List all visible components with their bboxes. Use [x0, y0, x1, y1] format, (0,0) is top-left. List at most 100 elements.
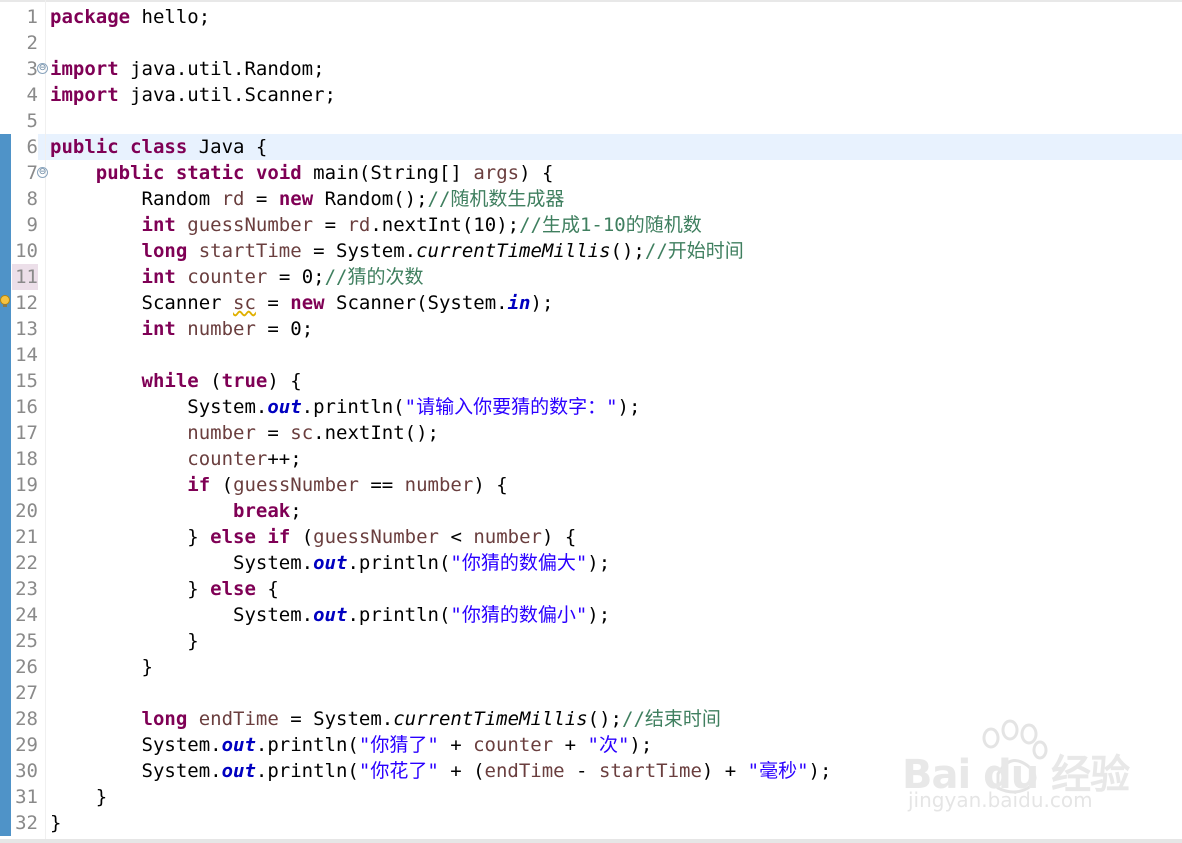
- line-number[interactable]: 22: [12, 550, 38, 576]
- line-number[interactable]: 27: [12, 680, 38, 706]
- code-line[interactable]: 14: [0, 342, 1182, 368]
- code-token: = System.: [301, 240, 417, 262]
- code-line[interactable]: 24 System.out.println("你猜的数偏小");: [0, 602, 1182, 628]
- code-text[interactable]: public static void main(String[] args) {: [50, 160, 554, 186]
- code-line[interactable]: 11 int counter = 0;//猜的次数: [0, 264, 1182, 290]
- code-token: new: [278, 188, 314, 210]
- code-line[interactable]: 15 while (true) {: [0, 368, 1182, 394]
- line-number[interactable]: 14: [12, 342, 38, 368]
- code-text[interactable]: System.out.println("你花了" + (endTime - st…: [50, 758, 832, 784]
- code-text[interactable]: System.out.println("你猜了" + counter + "次"…: [50, 732, 653, 758]
- line-number[interactable]: 21: [12, 524, 38, 550]
- code-token: if: [267, 526, 291, 548]
- line-number[interactable]: 10: [12, 238, 38, 264]
- line-number[interactable]: 31: [12, 784, 38, 810]
- line-number[interactable]: 2: [12, 30, 38, 56]
- code-line[interactable]: 22 System.out.println("你猜的数偏大");: [0, 550, 1182, 576]
- code-token: //随机数生成器: [427, 188, 565, 210]
- code-line[interactable]: 18 counter++;: [0, 446, 1182, 472]
- code-line[interactable]: 20 break;: [0, 498, 1182, 524]
- code-token: //生成1-10的随机数: [519, 214, 702, 236]
- code-line[interactable]: 13 int number = 0;: [0, 316, 1182, 342]
- code-line[interactable]: 10 long startTime = System.currentTimeMi…: [0, 238, 1182, 264]
- code-text[interactable]: int guessNumber = rd.nextInt(10);//生成1-1…: [50, 212, 702, 238]
- code-text[interactable]: System.out.println("请输入你要猜的数字：");: [50, 394, 640, 420]
- line-number[interactable]: 12: [12, 290, 38, 316]
- code-line[interactable]: 8 Random rd = new Random();//随机数生成器: [0, 186, 1182, 212]
- code-text[interactable]: if (guessNumber == number) {: [50, 472, 508, 498]
- line-number[interactable]: 26: [12, 654, 38, 680]
- code-token: );: [629, 734, 653, 756]
- code-text[interactable]: counter++;: [50, 446, 301, 472]
- code-line[interactable]: 25 }: [0, 628, 1182, 654]
- code-line[interactable]: 7 ⊖ public static void main(String[] args…: [0, 160, 1182, 186]
- line-number[interactable]: 9: [12, 212, 38, 238]
- line-number[interactable]: 30: [12, 758, 38, 784]
- code-line[interactable]: 21 } else if (guessNumber < number) {: [0, 524, 1182, 550]
- code-text[interactable]: } else if (guessNumber < number) {: [50, 524, 576, 550]
- line-number[interactable]: 16: [12, 394, 38, 420]
- code-text[interactable]: import java.util.Scanner;: [50, 82, 336, 108]
- code-line[interactable]: 17 number = sc.nextInt();: [0, 420, 1182, 446]
- collapse-circle-icon[interactable]: ⊖: [37, 63, 48, 74]
- code-line[interactable]: 9 int guessNumber = rd.nextInt(10);//生成1…: [0, 212, 1182, 238]
- line-number[interactable]: 13: [12, 316, 38, 342]
- code-line[interactable]: 3 ⊖ import java.util.Random;: [0, 56, 1182, 82]
- line-number[interactable]: 1: [12, 4, 38, 30]
- code-editor[interactable]: 1 package hello; 2 3 ⊖ import java.util.Rando…: [0, 0, 1182, 843]
- code-text[interactable]: } else {: [50, 576, 279, 602]
- line-number[interactable]: 4: [12, 82, 38, 108]
- code-text[interactable]: Scanner sc = new Scanner(System.in);: [50, 290, 554, 316]
- code-text[interactable]: public class Java {: [50, 134, 267, 160]
- code-line[interactable]: 23 } else {: [0, 576, 1182, 602]
- code-text[interactable]: break;: [50, 498, 302, 524]
- code-text[interactable]: System.out.println("你猜的数偏大");: [50, 550, 610, 576]
- code-line[interactable]: 4 import java.util.Scanner;: [0, 82, 1182, 108]
- code-token: ) {: [473, 474, 508, 496]
- code-token: import: [50, 84, 119, 106]
- code-line[interactable]: 27: [0, 680, 1182, 706]
- line-number[interactable]: 18: [12, 446, 38, 472]
- line-number[interactable]: 23: [12, 576, 38, 602]
- code-line[interactable]: 2: [0, 30, 1182, 56]
- code-text[interactable]: }: [50, 784, 107, 810]
- code-line[interactable]: 6 public class Java {: [0, 134, 1182, 160]
- warning-bulb-icon[interactable]: [0, 295, 11, 308]
- line-number[interactable]: 3: [12, 56, 38, 82]
- line-number[interactable]: 20: [12, 498, 38, 524]
- code-text[interactable]: import java.util.Random;: [50, 56, 325, 82]
- line-number[interactable]: 15: [12, 368, 38, 394]
- line-number[interactable]: 24: [12, 602, 38, 628]
- code-text[interactable]: int counter = 0;//猜的次数: [50, 264, 424, 290]
- line-number[interactable]: 32: [12, 810, 38, 836]
- code-token: new: [290, 292, 325, 314]
- code-text[interactable]: Random rd = new Random();//随机数生成器: [50, 186, 565, 212]
- code-text[interactable]: long startTime = System.currentTimeMilli…: [50, 238, 744, 264]
- code-text[interactable]: System.out.println("你猜的数偏小");: [50, 602, 610, 628]
- code-line[interactable]: 19 if (guessNumber == number) {: [0, 472, 1182, 498]
- line-number[interactable]: 11: [12, 264, 38, 290]
- code-text[interactable]: number = sc.nextInt();: [50, 420, 439, 446]
- code-text[interactable]: }: [50, 810, 61, 836]
- code-line[interactable]: 5: [0, 108, 1182, 134]
- code-text[interactable]: }: [50, 628, 198, 654]
- code-line[interactable]: 26 }: [0, 654, 1182, 680]
- code-line[interactable]: 1 package hello;: [0, 4, 1182, 30]
- line-number[interactable]: 5: [12, 108, 38, 134]
- code-text[interactable]: package hello;: [50, 4, 210, 30]
- collapse-circle-icon[interactable]: ⊖: [37, 167, 48, 178]
- line-number[interactable]: 25: [12, 628, 38, 654]
- code-line[interactable]: 16 System.out.println("请输入你要猜的数字：");: [0, 394, 1182, 420]
- code-text[interactable]: long endTime = System.currentTimeMillis(…: [50, 706, 721, 732]
- code-text[interactable]: int number = 0;: [50, 316, 314, 342]
- line-number[interactable]: 7: [12, 160, 38, 186]
- line-number[interactable]: 19: [12, 472, 38, 498]
- line-number[interactable]: 29: [12, 732, 38, 758]
- code-line[interactable]: 12 Scanner sc = new Scanner(System.in);: [0, 290, 1182, 316]
- line-number[interactable]: 6: [12, 134, 38, 160]
- code-text[interactable]: }: [50, 654, 153, 680]
- line-number[interactable]: 8: [12, 186, 38, 212]
- code-text[interactable]: while (true) {: [50, 368, 302, 394]
- line-number[interactable]: 28: [12, 706, 38, 732]
- line-number[interactable]: 17: [12, 420, 38, 446]
